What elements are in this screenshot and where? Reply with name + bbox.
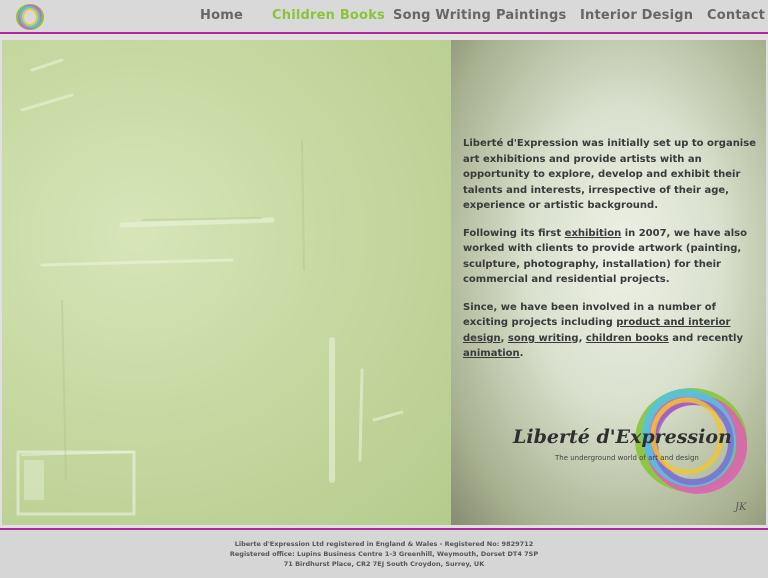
footer-registered-office: Registered office: Lupins Business Centr… bbox=[229, 550, 539, 558]
footer-address: 71 Birdhurst Place, CR2 7EJ South Croydo… bbox=[283, 560, 485, 568]
intro-paragraph-2: Following its first exhibition in 2007, … bbox=[463, 227, 747, 286]
artist-signature: JK bbox=[735, 502, 747, 513]
footer: Liberte d'Expression Ltd registered in E… bbox=[0, 530, 768, 578]
logo-icon[interactable] bbox=[14, 2, 46, 32]
top-navigation-bar: Home Children Books Song Writing Paintin… bbox=[0, 0, 768, 32]
intro-panel: Liberté d'Expression was initially set u… bbox=[451, 40, 766, 525]
nav-paintings[interactable]: Paintings bbox=[496, 8, 566, 23]
nav-song-writing[interactable]: Song Writing bbox=[393, 8, 491, 23]
nav-home[interactable]: Home bbox=[200, 8, 243, 23]
brand-name: Liberté d'Expression bbox=[513, 426, 732, 448]
nav-interior-design[interactable]: Interior Design bbox=[580, 8, 693, 23]
animation-link[interactable]: animation bbox=[463, 348, 520, 359]
main-content: Liberté d'Expression was initially set u… bbox=[0, 34, 768, 528]
intro-paragraph-3: Since, we have been involved in a number… bbox=[463, 301, 743, 360]
painting-texture bbox=[16, 58, 404, 516]
intro-text: Liberté d'Expression was initially set u… bbox=[463, 136, 759, 374]
intro-paragraph-1: Liberté d'Expression was initially set u… bbox=[463, 138, 756, 211]
exhibition-link[interactable]: exhibition bbox=[565, 228, 622, 239]
nav-children-books[interactable]: Children Books bbox=[272, 8, 385, 23]
song-writing-link[interactable]: song writing bbox=[508, 333, 579, 344]
footer-registration: Liberte d'Expression Ltd registered in E… bbox=[234, 540, 534, 548]
brand-logo: Liberté d'Expression The underground wor… bbox=[511, 378, 751, 508]
nav-contact[interactable]: Contact bbox=[707, 8, 765, 23]
children-books-link[interactable]: children books bbox=[586, 333, 669, 344]
painting-image bbox=[2, 40, 451, 525]
brand-tagline: The underground world of art and design bbox=[555, 454, 699, 462]
